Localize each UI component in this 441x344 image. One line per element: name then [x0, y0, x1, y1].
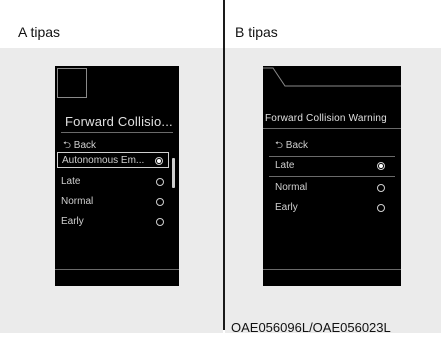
- list-item-label: Late: [61, 176, 81, 187]
- list-item[interactable]: Late: [57, 174, 169, 190]
- list-item[interactable]: Normal: [269, 180, 395, 196]
- radio-icon: [377, 204, 385, 212]
- figure-code: OAE056096L/OAE056023L: [231, 320, 391, 335]
- back-label: Back: [73, 140, 97, 151]
- divider-line: [263, 128, 401, 129]
- radio-icon: [377, 162, 385, 170]
- list-item[interactable]: Early: [269, 200, 395, 216]
- divider-line: [61, 132, 173, 133]
- list-item-label: Autonomous Em...: [62, 155, 145, 166]
- display-screen-b: Forward Collision Warning ⮌ Back Late No…: [263, 66, 401, 286]
- radio-icon: [156, 178, 164, 186]
- panel-a: A tipas Forward Collisio... ⮌ Back Auton…: [0, 0, 223, 333]
- bottom-divider: [263, 269, 401, 270]
- panel-b-heading: B tipas: [235, 24, 278, 40]
- screen-title: Forward Collisio...: [65, 114, 173, 129]
- header-frame: [263, 67, 401, 87]
- list-item[interactable]: Autonomous Em...: [57, 152, 169, 168]
- radio-icon: [377, 184, 385, 192]
- selection-line-bottom: [269, 176, 395, 177]
- list-item[interactable]: Early: [57, 214, 169, 230]
- list-item-label: Normal: [275, 182, 308, 193]
- radio-icon: [156, 218, 164, 226]
- back-arrow-icon: ⮌: [275, 140, 284, 151]
- back-label: Back: [285, 140, 309, 151]
- list-item-label: Late: [275, 160, 295, 171]
- list-item-label: Early: [275, 202, 298, 213]
- list-item-label: Early: [61, 216, 84, 227]
- radio-icon: [156, 198, 164, 206]
- list-item[interactable]: Late: [269, 158, 395, 174]
- radio-icon: [155, 157, 163, 165]
- back-button[interactable]: ⮌ Back: [275, 138, 308, 155]
- bottom-divider: [55, 269, 179, 270]
- scrollbar[interactable]: [172, 158, 175, 188]
- list-item-label: Normal: [61, 196, 94, 207]
- back-arrow-icon: ⮌: [63, 140, 72, 151]
- panel-a-heading: A tipas: [18, 24, 61, 40]
- screen-title: Forward Collision Warning: [265, 113, 387, 124]
- corner-box: [57, 68, 87, 98]
- display-screen-a: Forward Collisio... ⮌ Back Autonomous Em…: [55, 66, 179, 286]
- panel-b: B tipas Forward Collision Warning ⮌ Back…: [225, 0, 441, 333]
- list-item[interactable]: Normal: [57, 194, 169, 210]
- selection-line-top: [269, 156, 395, 157]
